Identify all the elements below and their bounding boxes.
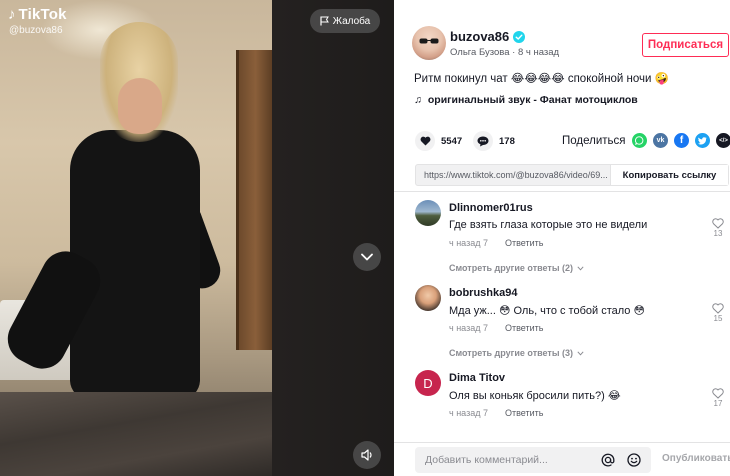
- divider: [394, 442, 730, 443]
- comment-input-box: [415, 447, 651, 473]
- comment-bubble-icon: [473, 131, 493, 151]
- person-face: [118, 78, 162, 134]
- video-player[interactable]: ♪ TikTok @buzova86 Жалоба: [0, 0, 394, 476]
- comments-list[interactable]: Dlinnomer01rus Где взять глаза которые э…: [394, 192, 730, 442]
- video-link-url[interactable]: https://www.tiktok.com/@buzova86/video/6…: [416, 165, 610, 185]
- share-label: Поделиться: [562, 135, 626, 147]
- comment-time: ч назад 7: [449, 238, 488, 248]
- comment-avatar[interactable]: [415, 285, 441, 311]
- emoji-icon[interactable]: [625, 451, 643, 469]
- video-watermark-username: @buzova86: [9, 25, 63, 36]
- chevron-down-icon: [361, 253, 373, 261]
- heart-outline-icon: [712, 388, 724, 399]
- reply-button[interactable]: Ответить: [505, 323, 543, 333]
- marble-counter: [0, 392, 272, 476]
- comment-like-count: 15: [713, 314, 723, 323]
- author-username-text: buzova86: [450, 29, 510, 44]
- video-details-panel: buzova86 Ольга Бузова · 8 ч назад Подпис…: [394, 0, 730, 476]
- music-title: оригинальный звук - Фанат мотоциклов: [427, 94, 638, 106]
- twitter-icon[interactable]: [695, 133, 710, 148]
- video-frame[interactable]: [0, 0, 272, 476]
- verified-icon: [513, 30, 526, 43]
- comment-time: ч назад 7: [449, 408, 488, 418]
- comment-input[interactable]: [415, 454, 599, 466]
- report-label: Жалоба: [332, 15, 371, 27]
- door-panel: [236, 50, 272, 350]
- comments-count: 178: [499, 135, 515, 147]
- heart-icon: [415, 131, 435, 151]
- avatar-glasses: [419, 38, 439, 44]
- author-avatar[interactable]: [412, 26, 446, 60]
- comment-username[interactable]: Dlinnomer01rus: [449, 202, 533, 214]
- like-button[interactable]: 5547: [415, 131, 462, 151]
- next-video-button[interactable]: [353, 243, 381, 271]
- follow-button[interactable]: Подписаться: [642, 33, 729, 57]
- volume-button[interactable]: [353, 441, 381, 469]
- video-link-box: https://www.tiktok.com/@buzova86/video/6…: [415, 164, 729, 186]
- view-more-replies[interactable]: Смотреть другие ответы (2): [449, 263, 584, 273]
- comment-like-count: 17: [713, 399, 723, 408]
- chevron-down-icon: [577, 265, 584, 271]
- comment-avatar[interactable]: [415, 200, 441, 226]
- chevron-down-icon: [577, 350, 584, 356]
- view-more-replies-label: Смотреть другие ответы (3): [449, 348, 574, 358]
- flag-icon: [320, 16, 329, 26]
- mention-icon[interactable]: [599, 451, 617, 469]
- comments-button[interactable]: 178: [473, 131, 515, 151]
- whatsapp-icon[interactable]: [632, 133, 647, 148]
- view-more-replies-label: Смотреть другие ответы (2): [449, 263, 574, 273]
- comment-username[interactable]: Dima Titov: [449, 372, 505, 384]
- comment-text: Мда уж... 😳 Оль, что с тобой стало 😳: [449, 305, 645, 317]
- likes-count: 5547: [441, 135, 463, 147]
- video-description: Ритм покинул чат 😂😂😂😂 спокойной ночи 🤪: [414, 73, 669, 85]
- meta-separator: ·: [512, 47, 516, 58]
- comment-username[interactable]: bobrushka94: [449, 287, 517, 299]
- comment-avatar[interactable]: D: [415, 370, 441, 396]
- music-note-icon: ♫: [414, 94, 422, 106]
- report-button[interactable]: Жалоба: [310, 9, 380, 33]
- reply-button[interactable]: Ответить: [505, 408, 543, 418]
- heart-outline-icon: [712, 218, 724, 229]
- view-more-replies[interactable]: Смотреть другие ответы (3): [449, 348, 584, 358]
- facebook-icon[interactable]: f: [674, 133, 689, 148]
- author-display-name: Ольга Бузова: [450, 47, 510, 58]
- tiktok-logo-text: TikTok: [18, 6, 67, 23]
- tiktok-note-icon: ♪: [8, 6, 16, 23]
- post-time: 8 ч назад: [517, 47, 560, 58]
- comment-like-count: 13: [713, 229, 723, 238]
- author-meta: Ольга Бузова · 8 ч назад: [450, 47, 559, 58]
- comment-text: Оля вы коньяк бросили пить?) 😂: [449, 390, 621, 402]
- reply-button[interactable]: Ответить: [505, 238, 543, 248]
- music-link[interactable]: ♫ оригинальный звук - Фанат мотоциклов: [414, 94, 638, 106]
- heart-outline-icon: [712, 303, 724, 314]
- copy-link-button[interactable]: Копировать ссылку: [610, 165, 728, 185]
- comment-time: ч назад 7: [449, 323, 488, 333]
- tiktok-logo[interactable]: ♪ TikTok: [8, 6, 67, 23]
- comment-text: Где взять глаза которые это не видели: [449, 219, 648, 231]
- volume-icon: [360, 449, 372, 461]
- vk-icon[interactable]: vk: [653, 133, 668, 148]
- embed-icon[interactable]: </>: [716, 133, 730, 148]
- post-comment-button[interactable]: Опубликовать: [662, 453, 730, 464]
- author-username[interactable]: buzova86: [450, 29, 526, 44]
